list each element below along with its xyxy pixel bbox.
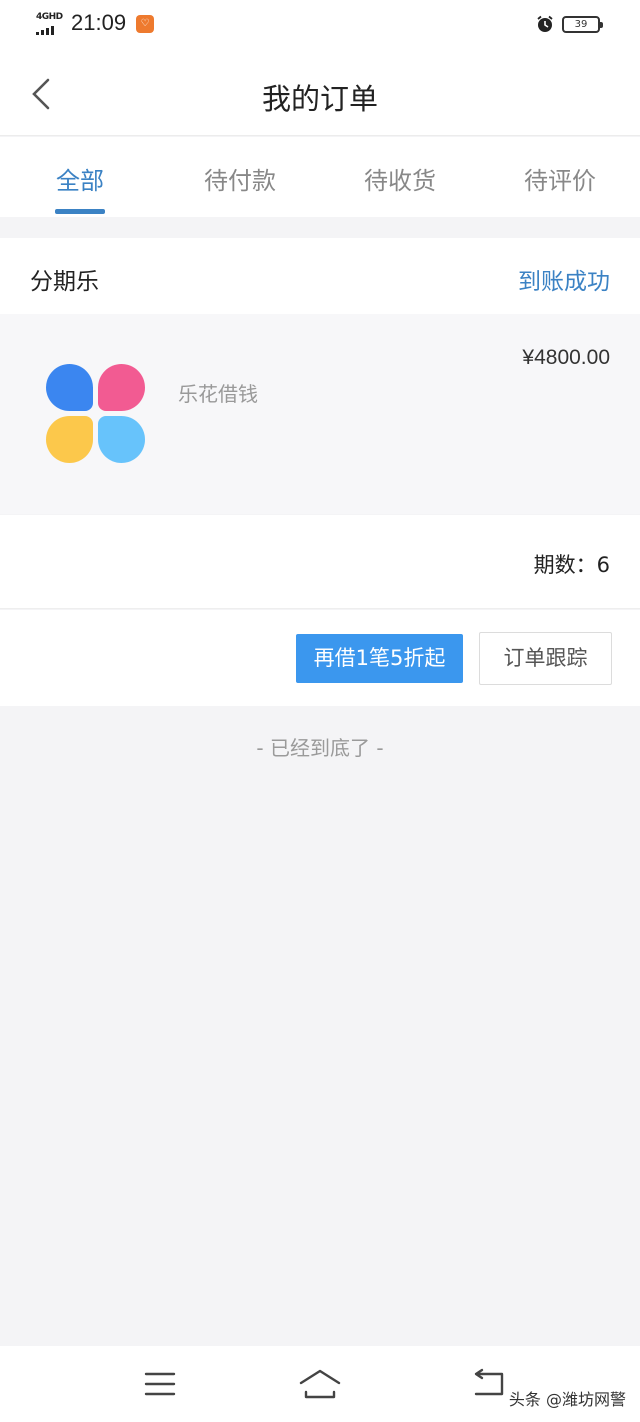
- home-icon[interactable]: [298, 1368, 342, 1400]
- product-name: 乐花借钱: [178, 382, 258, 406]
- end-of-list-text: - 已经到底了 -: [256, 736, 384, 760]
- borrow-again-button[interactable]: 再借1笔5折起: [296, 634, 463, 683]
- order-periods-row: 期数：6: [0, 515, 640, 609]
- order-actions: 再借1笔5折起 订单跟踪: [0, 610, 640, 706]
- active-tab-indicator: [55, 209, 105, 214]
- status-time: 21:09: [71, 10, 127, 35]
- page-title: 我的订单: [261, 82, 378, 116]
- tab-pending-receipt[interactable]: 待收货: [320, 137, 480, 217]
- product-logo-icon: [46, 364, 146, 464]
- tab-label: 待收货: [364, 167, 436, 195]
- tab-all[interactable]: 全部: [0, 137, 160, 217]
- installment-periods: 期数：6: [533, 553, 610, 577]
- tab-pending-review[interactable]: 待评价: [480, 137, 640, 217]
- return-icon[interactable]: [470, 1368, 506, 1398]
- battery-icon: 39: [562, 16, 603, 33]
- tab-label: 全部: [56, 167, 104, 195]
- order-status: 到账成功: [518, 269, 610, 295]
- tab-pending-payment[interactable]: 待付款: [160, 137, 320, 217]
- network-type: 4GHD: [36, 12, 63, 22]
- app-notification-icon: ♡: [136, 15, 154, 33]
- order-tabs: 全部 待付款 待收货 待评价: [0, 137, 640, 217]
- product-price: ¥4800.00: [522, 346, 610, 369]
- watermark: 头条 @潍坊网警: [506, 1386, 628, 1410]
- order-product[interactable]: 乐花借钱 ¥4800.00: [0, 314, 640, 514]
- system-nav-bar: 头条 @潍坊网警: [0, 1346, 640, 1422]
- alarm-icon: [536, 15, 554, 33]
- shop-name: 分期乐: [30, 269, 99, 295]
- menu-icon[interactable]: [144, 1370, 176, 1398]
- tab-label: 待评价: [524, 167, 596, 195]
- status-bar: 4GHD 21:09 ♡ 39: [0, 0, 640, 52]
- track-order-button[interactable]: 订单跟踪: [479, 632, 612, 685]
- header: 我的订单: [0, 52, 640, 136]
- order-card-header: 分期乐 到账成功: [0, 238, 640, 314]
- tab-label: 待付款: [204, 167, 276, 195]
- signal-icon: 4GHD: [36, 12, 66, 36]
